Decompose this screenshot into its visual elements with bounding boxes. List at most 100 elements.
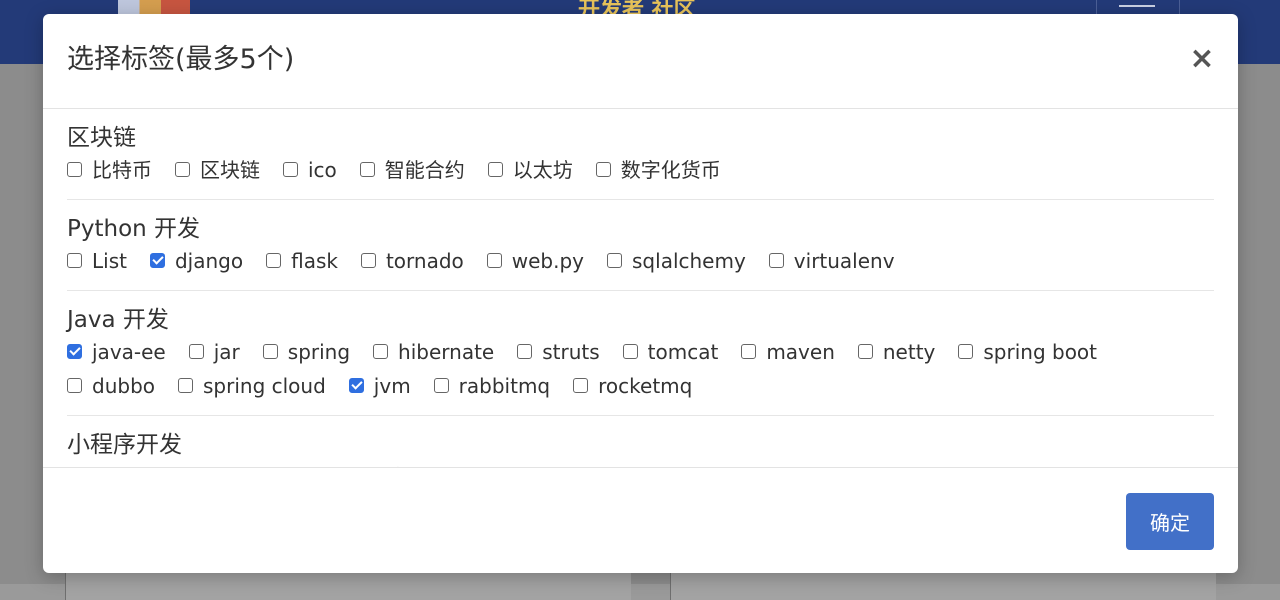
checkbox[interactable]: [573, 378, 589, 393]
tag-option[interactable]: 数字化货币: [595, 155, 721, 184]
close-icon[interactable]: ×: [1188, 42, 1216, 76]
checkbox[interactable]: [607, 253, 623, 268]
tag-option-label: 以太坊: [512, 157, 573, 182]
tag-option-label: flask: [291, 248, 338, 273]
tag-options: List django flask tornado web.py sqlalchemy vi…: [67, 246, 1214, 280]
modal-title: 选择标签(最多5个): [67, 44, 295, 75]
checkbox[interactable]: [178, 378, 193, 393]
checkbox[interactable]: [360, 253, 376, 268]
hamburger-icon: [1119, 5, 1155, 7]
tag-option[interactable]: rabbitmq: [433, 371, 551, 400]
tag-option[interactable]: 比特币: [67, 155, 152, 184]
tag-select-modal: 选择标签(最多5个) × 区块链 比特币 区块链 ico 智能合约 以太坊 数字化货币 Pyt…: [43, 14, 1238, 573]
tag-option[interactable]: 智能合约: [359, 155, 465, 184]
checkbox[interactable]: [958, 344, 974, 359]
checkbox[interactable]: [67, 378, 82, 393]
checkbox[interactable]: [487, 162, 503, 177]
tag-group-title: 小程序开发: [67, 432, 182, 458]
tag-option-label: struts: [542, 339, 600, 364]
tag-option-label: jvm: [373, 373, 411, 398]
tag-option-label: spring: [287, 339, 351, 364]
tag-group-title: Python 开发: [67, 216, 201, 242]
tag-option-label: web.py: [511, 248, 585, 273]
tag-option-label: spring cloud: [203, 373, 326, 398]
tag-option[interactable]: virtualenv: [768, 246, 895, 275]
tag-option[interactable]: spring: [262, 337, 351, 366]
tag-option-label: 比特币: [92, 157, 152, 182]
tag-option[interactable]: java-ee: [67, 337, 166, 366]
checkbox[interactable]: [768, 253, 784, 268]
tag-option-label: django: [174, 248, 244, 273]
tag-option-label: tornado: [385, 248, 464, 273]
tag-option-label: maven: [766, 339, 835, 364]
checkbox[interactable]: [486, 253, 502, 268]
tag-groups: 区块链 比特币 区块链 ico 智能合约 以太坊 数字化货币 Python 开发 List dja…: [43, 109, 1238, 467]
tag-option[interactable]: jvm: [348, 371, 411, 400]
tag-options: 比特币 区块链 ico 智能合约 以太坊 数字化货币: [67, 155, 1214, 189]
tag-option-label: virtualenv: [793, 248, 895, 273]
tag-option[interactable]: web.py: [486, 246, 585, 275]
checkbox-checked[interactable]: [67, 344, 82, 359]
tag-option[interactable]: spring boot: [958, 337, 1097, 366]
checkbox[interactable]: [857, 344, 873, 359]
tag-group: 小程序开发小程序微信小程序支付宝小程序百度智能小程序微信开发者工具头条小程序: [67, 416, 1214, 467]
checkbox[interactable]: [266, 253, 282, 268]
tag-option[interactable]: tornado: [360, 246, 464, 275]
checkbox[interactable]: [262, 344, 278, 359]
tag-option-label: dubbo: [92, 373, 155, 398]
tag-option-label: spring boot: [983, 339, 1098, 364]
tag-option-label: ico: [308, 157, 337, 182]
checkbox[interactable]: [188, 344, 204, 359]
tag-options: java-ee jar spring hibernate struts tomcat mav…: [67, 337, 1214, 405]
checkbox[interactable]: [373, 344, 389, 359]
tag-group-title: 区块链: [67, 125, 136, 151]
checkbox[interactable]: [67, 253, 82, 268]
tag-group: 区块链 比特币 区块链 ico 智能合约 以太坊 数字化货币: [67, 109, 1214, 200]
checkbox[interactable]: [175, 162, 190, 177]
tag-option[interactable]: flask: [266, 246, 338, 275]
checkbox[interactable]: [517, 344, 533, 359]
tag-option-label: jar: [213, 339, 240, 364]
tag-option[interactable]: jar: [188, 337, 240, 366]
tag-list-scroll-area[interactable]: 区块链 比特币 区块链 ico 智能合约 以太坊 数字化货币 Python 开发 List dja…: [43, 109, 1238, 467]
tag-option-label: tomcat: [647, 339, 719, 364]
tag-option[interactable]: rocketmq: [573, 371, 692, 400]
tag-option[interactable]: dubbo: [67, 371, 155, 400]
checkbox-checked[interactable]: [348, 378, 364, 393]
tag-option-label: rabbitmq: [458, 373, 551, 398]
tag-option[interactable]: maven: [741, 337, 835, 366]
confirm-button[interactable]: 确定: [1126, 493, 1214, 550]
tag-option-label: hibernate: [398, 339, 495, 364]
checkbox[interactable]: [741, 344, 757, 359]
checkbox[interactable]: [283, 162, 298, 177]
checkbox[interactable]: [595, 162, 611, 177]
tag-group: Java 开发 java-ee jar spring hibernate struts to…: [67, 291, 1214, 416]
tag-group: Python 开发 List django flask tornado web.py sql…: [67, 200, 1214, 291]
tag-option-label: netty: [882, 339, 936, 364]
checkbox-checked[interactable]: [149, 253, 165, 268]
tag-option-label: 数字化货币: [620, 157, 721, 182]
tag-group-title: Java 开发: [67, 307, 169, 333]
tag-option[interactable]: django: [149, 246, 244, 275]
checkbox[interactable]: [433, 378, 449, 393]
tag-option-label: sqlalchemy: [632, 248, 746, 273]
tag-option[interactable]: List: [67, 246, 127, 275]
tag-option[interactable]: hibernate: [373, 337, 494, 366]
tag-option-label: java-ee: [92, 339, 166, 364]
tag-option-label: 智能合约: [384, 157, 465, 182]
modal-footer: 确定: [43, 467, 1238, 573]
tag-option[interactable]: struts: [517, 337, 600, 366]
site-title: 开发者 社区: [578, 0, 696, 14]
tag-option[interactable]: spring cloud: [178, 371, 326, 400]
checkbox[interactable]: [622, 344, 638, 359]
tag-option-label: 区块链: [200, 157, 260, 182]
tag-option[interactable]: 以太坊: [487, 155, 573, 184]
tag-option[interactable]: netty: [857, 337, 936, 366]
tag-option[interactable]: sqlalchemy: [607, 246, 746, 275]
tag-option[interactable]: 区块链: [175, 155, 260, 184]
checkbox[interactable]: [359, 162, 375, 177]
tag-option[interactable]: tomcat: [622, 337, 719, 366]
tag-option[interactable]: ico: [283, 155, 337, 184]
checkbox[interactable]: [67, 162, 82, 177]
tag-option-label: rocketmq: [598, 373, 693, 398]
